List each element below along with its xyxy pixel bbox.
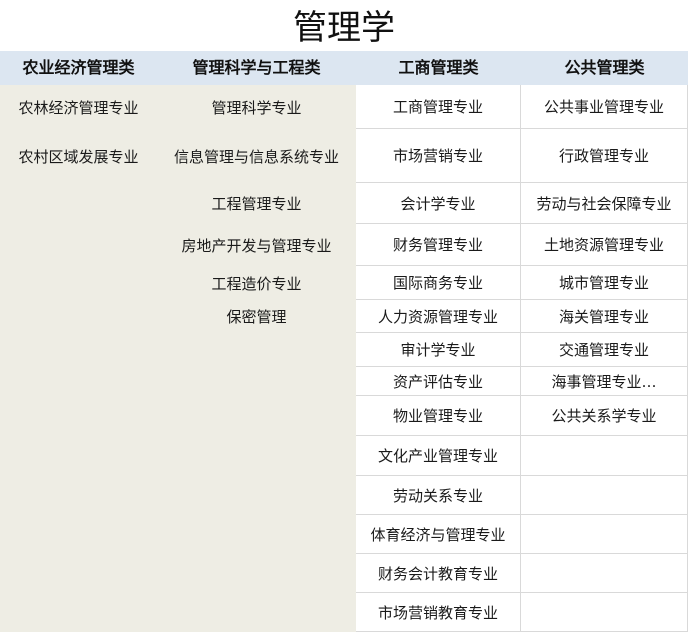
col3-item[interactable]: 体育经济与管理专业 (356, 515, 521, 554)
col3-item[interactable]: 工商管理专业 (356, 85, 521, 129)
empty-cell[interactable] (521, 515, 688, 554)
empty-cell[interactable] (521, 476, 688, 515)
header-agri-econ[interactable]: 农业经济管理类 (0, 51, 157, 85)
page-title: 管理学 (293, 8, 395, 48)
col3-item[interactable]: 资产评估专业 (356, 367, 521, 396)
col2-item[interactable]: 保密管理 (157, 306, 356, 327)
col3-item[interactable]: 财务管理专业 (356, 224, 521, 266)
col3-item[interactable]: 国际商务专业 (356, 266, 521, 300)
col4-item[interactable]: 土地资源管理专业 (521, 224, 688, 266)
empty-cell[interactable] (521, 554, 688, 593)
col1-item[interactable]: 农林经济管理专业 (0, 97, 157, 118)
empty-cell[interactable] (521, 436, 688, 476)
header-business-admin[interactable]: 工商管理类 (356, 51, 521, 85)
col3-item[interactable]: 物业管理专业 (356, 396, 521, 436)
header-public-admin[interactable]: 公共管理类 (521, 51, 688, 85)
col4-item[interactable]: 公共关系学专业 (521, 396, 688, 436)
col4-item[interactable]: 海关管理专业 (521, 300, 688, 333)
col3-item[interactable]: 文化产业管理专业 (356, 436, 521, 476)
col4-item[interactable]: 公共事业管理专业 (521, 85, 688, 129)
col3-item[interactable]: 人力资源管理专业 (356, 300, 521, 333)
col3-item[interactable]: 市场营销专业 (356, 129, 521, 183)
col2-item[interactable]: 工程造价专业 (157, 273, 356, 294)
col2-item[interactable]: 管理科学专业 (157, 97, 356, 118)
col3-item[interactable]: 会计学专业 (356, 183, 521, 224)
col3-item[interactable]: 市场营销教育专业 (356, 593, 521, 632)
col3-item[interactable]: 财务会计教育专业 (356, 554, 521, 593)
empty-cell[interactable] (521, 593, 688, 632)
header-mgmt-science[interactable]: 管理科学与工程类 (157, 51, 356, 85)
col4-item[interactable]: 劳动与社会保障专业 (521, 183, 688, 224)
col4-item[interactable]: 海事管理专业… (521, 367, 688, 396)
col3-item[interactable]: 审计学专业 (356, 333, 521, 367)
col4-item[interactable]: 交通管理专业 (521, 333, 688, 367)
table-header: 农业经济管理类 管理科学与工程类 工商管理类 公共管理类 (0, 51, 688, 85)
col2-item[interactable]: 工程管理专业 (157, 193, 356, 214)
col4-item[interactable]: 行政管理专业 (521, 129, 688, 183)
col1-item[interactable]: 农村区域发展专业 (0, 146, 157, 167)
col4-item[interactable]: 城市管理专业 (521, 266, 688, 300)
col2-item[interactable]: 房地产开发与管理专业 (157, 235, 356, 256)
col3-item[interactable]: 劳动关系专业 (356, 476, 521, 515)
col2-item[interactable]: 信息管理与信息系统专业 (157, 146, 356, 167)
shaded-columns-bg (0, 85, 356, 632)
